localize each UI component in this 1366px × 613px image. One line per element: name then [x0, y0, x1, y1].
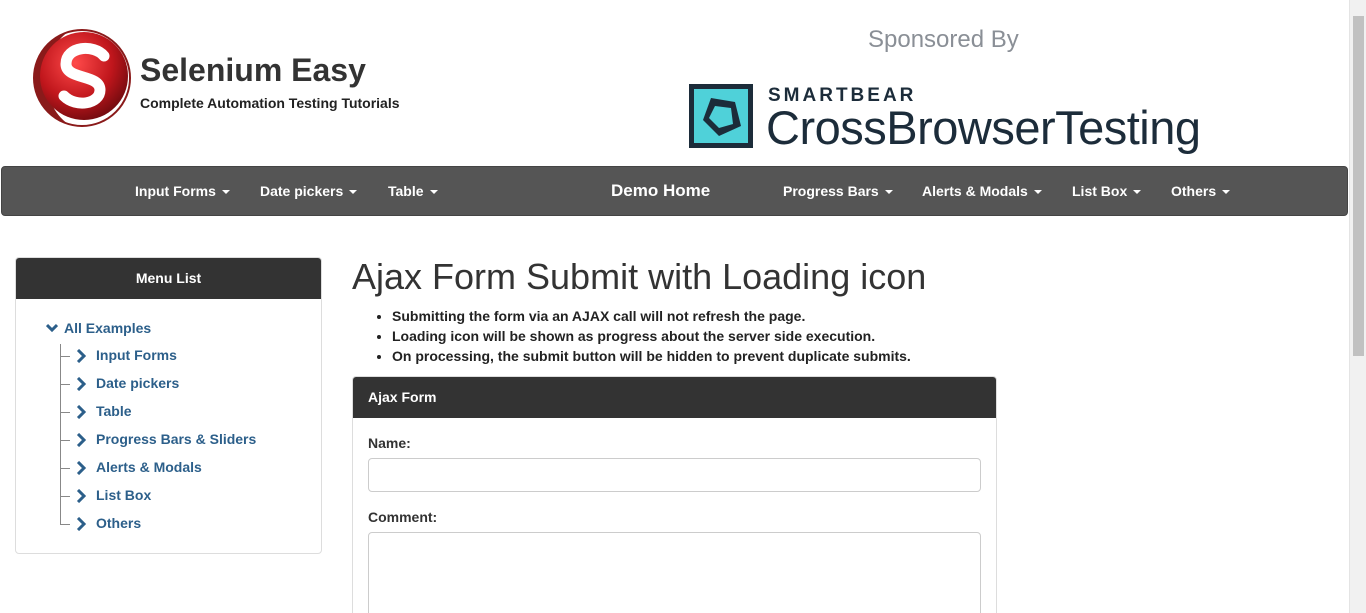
caret-down-icon [884, 190, 893, 195]
sidebar-item-alerts-modals[interactable]: Alerts & Modals [60, 458, 300, 478]
sidebar-item-table[interactable]: Table [60, 402, 300, 422]
description-item: On processing, the submit button will be… [392, 346, 911, 366]
nav-label: Date pickers [260, 183, 344, 199]
sidebar-item-label: Table [96, 403, 132, 419]
sidebar-item-date-pickers[interactable]: Date pickers [60, 374, 300, 394]
caret-down-icon [349, 190, 358, 195]
sidebar-item-label: Progress Bars & Sliders [96, 431, 257, 447]
caret-down-icon [221, 190, 230, 195]
chevron-right-icon [76, 489, 86, 503]
nav-input-forms[interactable]: Input Forms [135, 167, 230, 215]
crossbrowsertesting-logo-icon[interactable] [689, 84, 753, 148]
chevron-right-icon [76, 405, 86, 419]
description-item: Loading icon will be shown as progress a… [392, 326, 911, 346]
brand-title: Selenium Easy [140, 52, 366, 88]
sponsor-product[interactable]: CrossBrowserTesting [766, 100, 1201, 155]
caret-down-icon [1222, 190, 1231, 195]
caret-down-icon [1133, 190, 1142, 195]
chevron-right-icon [76, 517, 86, 531]
nav-alerts-modals[interactable]: Alerts & Modals [922, 167, 1042, 215]
nav-demo-home[interactable]: Demo Home [611, 167, 710, 215]
chevron-right-icon [76, 349, 86, 363]
tree-branch-line [60, 412, 70, 413]
chevron-down-icon [45, 320, 59, 336]
comment-label: Comment: [368, 509, 438, 525]
chevron-right-icon [76, 433, 86, 447]
ajax-form-title: Ajax Form [353, 377, 996, 418]
sidebar-item-label: Alerts & Modals [96, 459, 202, 475]
nav-date-pickers[interactable]: Date pickers [260, 167, 358, 215]
sponsored-label: Sponsored By [868, 26, 1019, 53]
sidebar-item-label: List Box [96, 487, 152, 503]
sidebar-item-label: Others [96, 515, 142, 531]
vertical-scrollbar[interactable] [1349, 0, 1366, 613]
menu-list-title: Menu List [16, 258, 321, 299]
nav-label: Others [1171, 183, 1217, 199]
sidebar-item-input-forms[interactable]: Input Forms [60, 346, 300, 366]
nav-others[interactable]: Others [1171, 167, 1231, 215]
tree-branch-line [60, 356, 70, 357]
caret-down-icon [429, 190, 438, 195]
chevron-right-icon [76, 377, 86, 391]
description-item: Submitting the form via an AJAX call wil… [392, 306, 911, 326]
sidebar-item-label: Date pickers [96, 375, 180, 391]
tree-branch-line [60, 440, 70, 441]
menu-list-panel: Menu List All Examples Input Forms Date … [15, 257, 322, 554]
nav-label: Table [388, 183, 424, 199]
nav-progress-bars[interactable]: Progress Bars [783, 167, 893, 215]
name-label: Name: [368, 435, 411, 451]
brand-subtitle: Complete Automation Testing Tutorials [140, 95, 400, 111]
nav-label: Input Forms [135, 183, 216, 199]
name-input[interactable] [368, 458, 981, 492]
tree-branch-line [60, 384, 70, 385]
tree-branch-line [60, 468, 70, 469]
tree-branch-line [60, 524, 70, 525]
tree-root-label: All Examples [64, 320, 152, 336]
tree-root-all-examples[interactable]: All Examples [45, 320, 152, 336]
chevron-right-icon [76, 461, 86, 475]
page-title: Ajax Form Submit with Loading icon [352, 256, 927, 297]
sidebar-item-list-box[interactable]: List Box [60, 486, 300, 506]
description-list: Submitting the form via an AJAX call wil… [392, 306, 911, 366]
caret-down-icon [1033, 190, 1042, 195]
selenium-easy-logo[interactable] [28, 26, 132, 130]
comment-textarea[interactable] [368, 532, 981, 613]
nav-label: Progress Bars [783, 183, 879, 199]
nav-label: Alerts & Modals [922, 183, 1028, 199]
sidebar-item-label: Input Forms [96, 347, 177, 363]
nav-list-box[interactable]: List Box [1072, 167, 1142, 215]
sidebar-item-progress-bars-sliders[interactable]: Progress Bars & Sliders [60, 430, 300, 450]
tree-branch-line [60, 496, 70, 497]
ajax-form-panel: Ajax Form Name: Comment: [352, 376, 997, 613]
nav-table[interactable]: Table [388, 167, 438, 215]
sidebar-item-others[interactable]: Others [60, 514, 300, 534]
main-navbar: Input Forms Date pickers Table Demo Home… [1, 166, 1348, 216]
nav-label: List Box [1072, 183, 1128, 199]
scrollbar-thumb[interactable] [1353, 16, 1364, 356]
